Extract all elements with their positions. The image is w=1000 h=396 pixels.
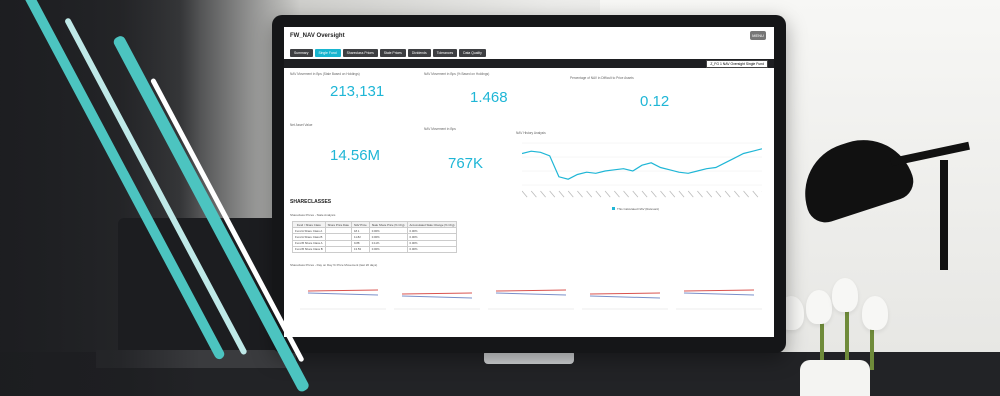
kpi-value: 0.12 xyxy=(640,93,670,110)
movement-series-line xyxy=(589,292,661,295)
movement-series-line xyxy=(401,295,473,299)
tab-stale-prices[interactable]: Stale Prices xyxy=(379,49,406,57)
x-tick xyxy=(558,190,565,198)
x-tick xyxy=(678,190,685,198)
movement-series-line xyxy=(495,292,567,296)
desk-lamp-pole xyxy=(940,160,948,270)
x-tick xyxy=(530,190,537,198)
x-tick xyxy=(577,190,583,198)
kpi-label: NAV Movement in Bps (Stale Based on Hold… xyxy=(290,72,360,76)
tulip-flower xyxy=(862,296,888,330)
x-tick xyxy=(650,190,657,198)
legend-label: This Calculated NAV (Relevant) xyxy=(617,207,660,211)
tab-bar: Summary Single Fund Shareclass Prices Stale… xyxy=(290,49,486,57)
x-tick xyxy=(641,190,648,198)
kpi-value: 14.56M xyxy=(330,147,381,164)
movement-series-line xyxy=(495,289,567,292)
kpi-value: 1.468 xyxy=(470,89,508,106)
kpi-label: NAV Movement in Bps (% Based on Holdings… xyxy=(424,72,490,76)
tab-tolerances[interactable]: Tolerances xyxy=(432,49,458,57)
tulip-flower xyxy=(832,278,858,312)
kpi-label: NAV Movement in Bps xyxy=(424,127,456,131)
movement-series-line xyxy=(401,292,473,295)
movement-series-line xyxy=(307,289,379,292)
kpi-value: 213,131 xyxy=(330,83,385,100)
x-tick xyxy=(743,190,749,198)
x-tick xyxy=(724,190,731,198)
x-tick xyxy=(604,190,611,198)
table-cell: 13.53 xyxy=(350,245,370,253)
x-tick xyxy=(540,190,546,198)
tab-single-fund[interactable]: Single Fund xyxy=(314,49,341,57)
table-cell: 0.00% xyxy=(406,245,458,253)
fund-select-dropdown[interactable]: Z_FG 1 NAV Oversight Single Fund xyxy=(706,60,768,68)
x-tick xyxy=(614,190,620,198)
tab-summary[interactable]: Summary xyxy=(290,49,313,57)
x-tick xyxy=(595,190,602,198)
movement-series-line xyxy=(307,292,379,296)
dashboard-screen: FW_NAV Oversight MENU Summary Single Fund… xyxy=(284,27,774,337)
x-tick xyxy=(697,190,703,198)
section-subtitle: Shareclass Prices - Stale Analysis xyxy=(290,213,336,217)
menu-button[interactable]: MENU xyxy=(750,31,766,40)
monitor: FW_NAV Oversight MENU Summary Single Fund… xyxy=(272,15,786,353)
section-title: SHARECLASSES xyxy=(290,199,332,205)
toolbar xyxy=(284,59,774,68)
x-tick xyxy=(669,190,676,198)
tab-data-quality[interactable]: Data Quality xyxy=(459,49,486,57)
x-tick xyxy=(706,190,713,198)
left-dark-overlay xyxy=(0,0,200,396)
nav-history-title: NAV History Analysis xyxy=(516,131,546,135)
nav-history-legend: This Calculated NAV (Relevant) xyxy=(612,207,659,211)
x-tick xyxy=(522,190,528,198)
chart-subtitle: Shareclass Prices - Day on Day % Price M… xyxy=(290,263,378,267)
x-tick xyxy=(586,190,593,198)
nav-series-line xyxy=(522,148,762,180)
kpi-value: 767K xyxy=(448,155,484,172)
kpi-label: Percentage of NAV in Difficult to Price … xyxy=(570,76,634,80)
tulip-flower xyxy=(806,290,832,324)
nav-history-chart xyxy=(522,142,762,198)
x-tick xyxy=(660,190,666,198)
movement-series-line xyxy=(683,292,755,296)
table-cell: 0.00% xyxy=(368,245,408,253)
app-title: FW_NAV Oversight xyxy=(290,33,345,39)
x-tick xyxy=(715,190,722,198)
table-cell: Fund B Share Class B xyxy=(292,245,326,253)
kpi-label: Net Asset Value xyxy=(290,123,313,127)
shareclass-table: Fund / Share Class Share Price Date NAV Pr… xyxy=(292,220,458,253)
x-tick xyxy=(623,190,629,198)
x-tick xyxy=(632,190,639,198)
app-header: FW_NAV Oversight MENU xyxy=(284,27,774,49)
price-movement-chart xyxy=(300,289,762,310)
photo-scene: FW_NAV Oversight MENU Summary Single Fund… xyxy=(0,0,1000,396)
tab-dividends[interactable]: Dividends xyxy=(407,49,431,57)
table-row: Fund B Share Class B 13.53 0.00% 0.00% xyxy=(292,245,458,253)
flower-vase xyxy=(800,360,870,396)
table-cell xyxy=(324,245,352,253)
x-tick xyxy=(567,190,574,198)
movement-series-line xyxy=(683,289,755,292)
movement-series-line xyxy=(589,295,661,299)
tab-shareclass-prices[interactable]: Shareclass Prices xyxy=(342,49,378,57)
x-tick xyxy=(734,190,740,198)
x-tick xyxy=(549,190,556,198)
x-tick xyxy=(752,190,759,198)
x-tick xyxy=(687,190,694,198)
